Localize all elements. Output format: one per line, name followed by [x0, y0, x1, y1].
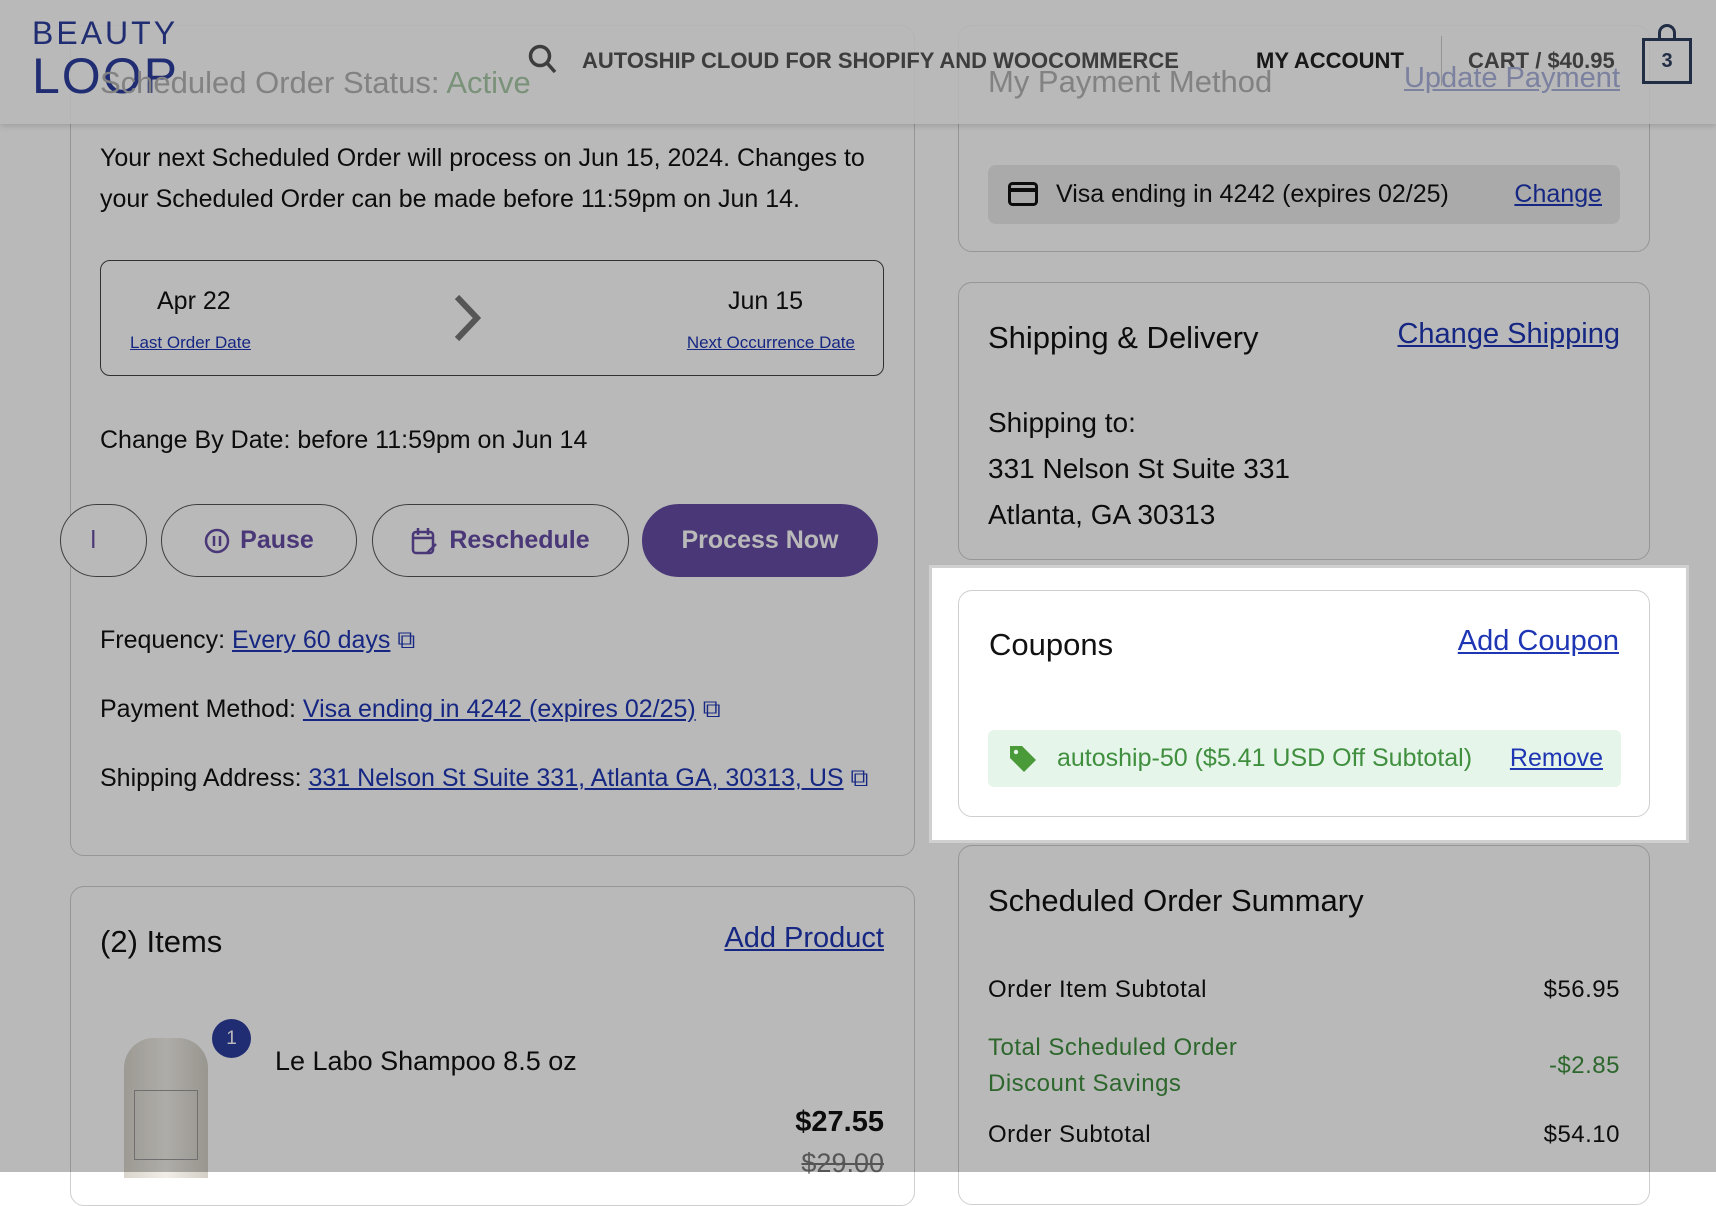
applied-coupon: autoship-50 ($5.41 USD Off Subtotal) Rem… — [988, 730, 1621, 787]
remove-coupon-link[interactable]: Remove — [1510, 744, 1603, 773]
coupon-code: autoship-50 ($5.41 USD Off Subtotal) — [1057, 744, 1473, 772]
coupons-title: Coupons — [989, 627, 1114, 662]
add-coupon-link[interactable]: Add Coupon — [1458, 625, 1619, 658]
coupons-highlight: Coupons Add Coupon autoship-50 ($5.41 US… — [932, 568, 1686, 840]
coupons-card: Coupons Add Coupon autoship-50 ($5.41 US… — [958, 590, 1650, 817]
tag-icon — [1010, 746, 1036, 772]
